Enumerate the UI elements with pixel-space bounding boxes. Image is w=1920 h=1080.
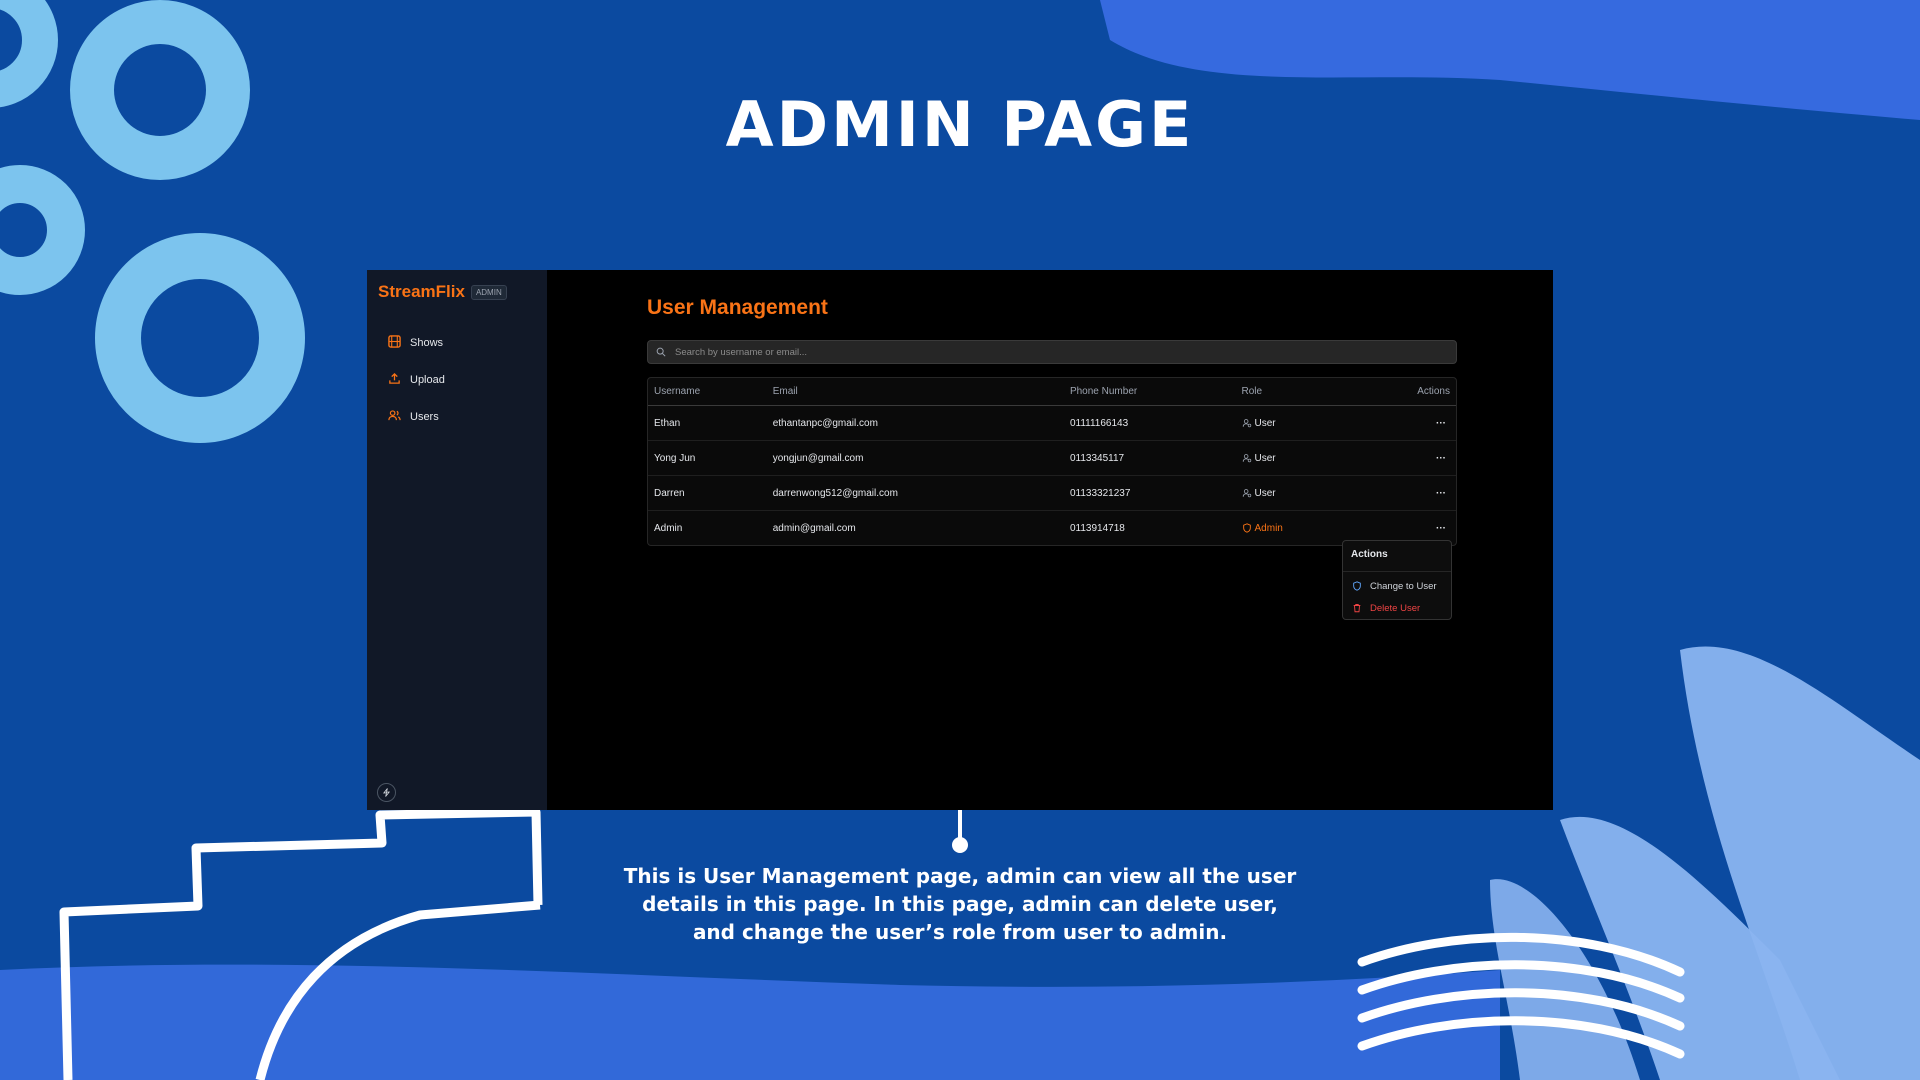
column-header-email: Email — [772, 386, 798, 397]
cell-role: User — [1242, 488, 1392, 499]
search-input[interactable] — [673, 345, 1437, 359]
role-label: User — [1254, 452, 1276, 464]
cell-username: Admin — [654, 522, 683, 534]
sidebar-item-users[interactable]: Users — [379, 403, 539, 431]
menu-item-label: Delete User — [1370, 602, 1421, 614]
brand: StreamFlix ADMIN — [378, 282, 507, 302]
sidebar-item-label: Users — [410, 411, 439, 423]
cell-phone: 01133321237 — [1069, 487, 1131, 499]
users-icon — [388, 409, 401, 425]
column-header-phone: Phone Number — [1069, 386, 1138, 397]
table-row: Ethan ethantanpc@gmail.com 01111166143 U… — [648, 406, 1456, 441]
role-label: User — [1254, 487, 1276, 499]
delete-user-menu-item[interactable]: Delete User — [1343, 597, 1451, 619]
upload-icon — [388, 372, 401, 388]
cell-phone: 0113345117 — [1069, 452, 1125, 464]
table-row: Admin admin@gmail.com 0113914718 Admin ·… — [648, 511, 1456, 545]
more-actions-button[interactable]: ··· — [1436, 418, 1450, 429]
sidebar-nav: Shows Upload Users — [379, 329, 539, 440]
column-header-username: Username — [654, 386, 701, 397]
slide-caption: This is User Management page, admin can … — [623, 864, 1297, 944]
trash-icon — [1353, 604, 1361, 613]
cell-role: User — [1242, 453, 1392, 464]
admin-badge: ADMIN — [470, 284, 507, 300]
cell-role: User — [1242, 418, 1392, 429]
menu-item-label: Change to User — [1370, 580, 1437, 592]
cell-email: ethantanpc@gmail.com — [772, 417, 878, 429]
cell-actions: ··· — [1391, 488, 1456, 499]
search-icon — [656, 347, 666, 357]
cell-phone: 0113914718 — [1069, 522, 1125, 534]
role-label: Admin — [1254, 522, 1283, 534]
slide-title: ADMIN PAGE — [725, 88, 1195, 161]
user-role-icon — [1242, 419, 1251, 428]
cell-actions: ··· — [1391, 523, 1456, 534]
change-to-user-menu-item[interactable]: Change to User — [1343, 575, 1451, 597]
actions-menu-title: Actions — [1343, 541, 1451, 572]
cell-actions: ··· — [1391, 418, 1456, 429]
user-role-icon — [1242, 454, 1251, 463]
user-role-icon — [1242, 489, 1251, 498]
column-header-actions: Actions — [1417, 386, 1450, 397]
column-header-role: Role — [1241, 386, 1263, 397]
more-actions-button[interactable]: ··· — [1436, 488, 1450, 499]
table-row: Darren darrenwong512@gmail.com 011333212… — [648, 476, 1456, 511]
more-actions-button[interactable]: ··· — [1436, 453, 1450, 464]
cell-username: Ethan — [654, 417, 681, 429]
table-header: Username Email Phone Number Role Actions — [648, 378, 1456, 406]
cell-email: darrenwong512@gmail.com — [772, 487, 898, 499]
sidebar-item-upload[interactable]: Upload — [379, 366, 539, 394]
sidebar-item-shows[interactable]: Shows — [379, 329, 539, 357]
sidebar: StreamFlix ADMIN Shows Upload Users — [367, 270, 547, 810]
sidebar-item-label: Upload — [410, 374, 445, 386]
brand-name[interactable]: StreamFlix — [378, 282, 465, 302]
lightning-icon[interactable] — [377, 783, 396, 802]
app-window: StreamFlix ADMIN Shows Upload Users User… — [367, 270, 1553, 810]
role-label: User — [1254, 417, 1276, 429]
actions-dropdown-menu: Actions Change to User Delete User — [1342, 540, 1452, 620]
film-icon — [388, 335, 401, 351]
cell-username: Yong Jun — [654, 452, 696, 464]
cell-actions: ··· — [1391, 453, 1456, 464]
page-title: User Management — [647, 296, 828, 319]
main-content: User Management Username Email Phone Num… — [547, 270, 1553, 810]
cell-email: yongjun@gmail.com — [772, 452, 864, 464]
cell-username: Darren — [654, 487, 685, 499]
cell-email: admin@gmail.com — [772, 522, 856, 534]
table-row: Yong Jun yongjun@gmail.com 0113345117 Us… — [648, 441, 1456, 476]
more-actions-button[interactable]: ··· — [1436, 523, 1450, 534]
cell-phone: 01111166143 — [1069, 417, 1129, 429]
cell-role: Admin — [1242, 523, 1392, 534]
shield-icon — [1242, 523, 1251, 533]
users-table: Username Email Phone Number Role Actions… — [647, 377, 1457, 546]
sidebar-item-label: Shows — [410, 337, 444, 349]
search-bar — [647, 340, 1457, 364]
shield-icon — [1353, 581, 1361, 591]
